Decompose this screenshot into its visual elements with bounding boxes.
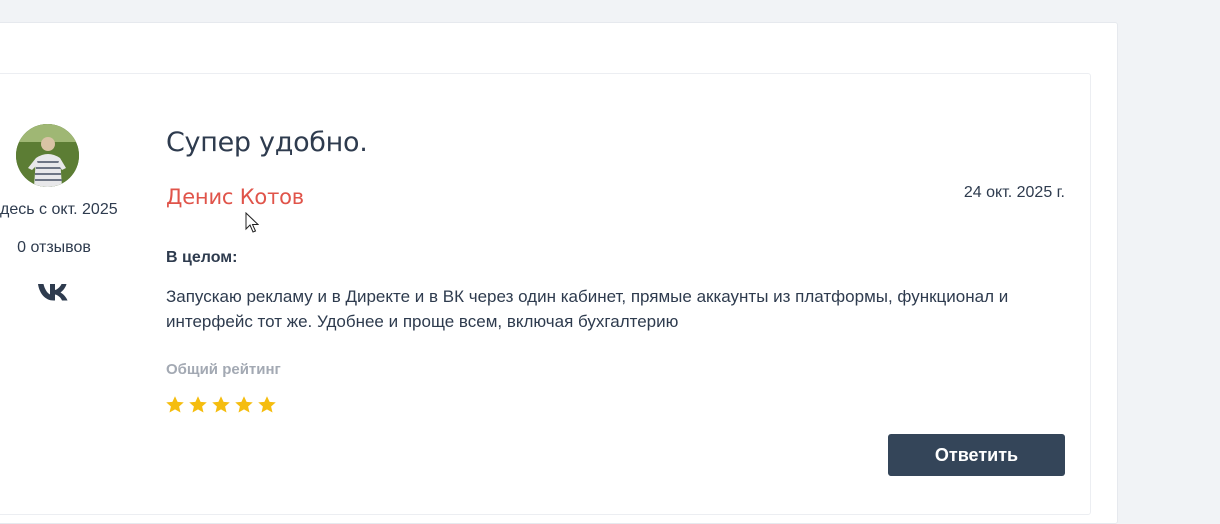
vk-icon[interactable] [37, 282, 71, 302]
mouse-cursor-icon [245, 212, 259, 233]
review-text: Запускаю рекламу и в Директе и в ВК чере… [166, 287, 1009, 331]
member-since: Здесь с окт. 2025 [0, 201, 118, 218]
review-date: 24 окт. 2025 г. [963, 184, 1065, 201]
star-rating [165, 395, 277, 417]
star-icon [235, 396, 253, 413]
review-title: Супер удобно. [166, 127, 368, 158]
author-reviews-count: 0 отзывов [17, 239, 91, 256]
author-info: Здесь с окт. 2025 0 отзывов [0, 0, 118, 302]
reply-button[interactable]: Ответить [888, 434, 1065, 476]
author-name-link[interactable]: Денис Котов [166, 185, 304, 209]
star-icon [189, 396, 207, 413]
overall-label: В целом: [166, 249, 238, 266]
rating-label: Общий рейтинг [166, 361, 281, 378]
star-icon [166, 396, 184, 413]
star-icon [258, 396, 276, 413]
star-icon [212, 396, 230, 413]
avatar[interactable] [16, 124, 79, 187]
